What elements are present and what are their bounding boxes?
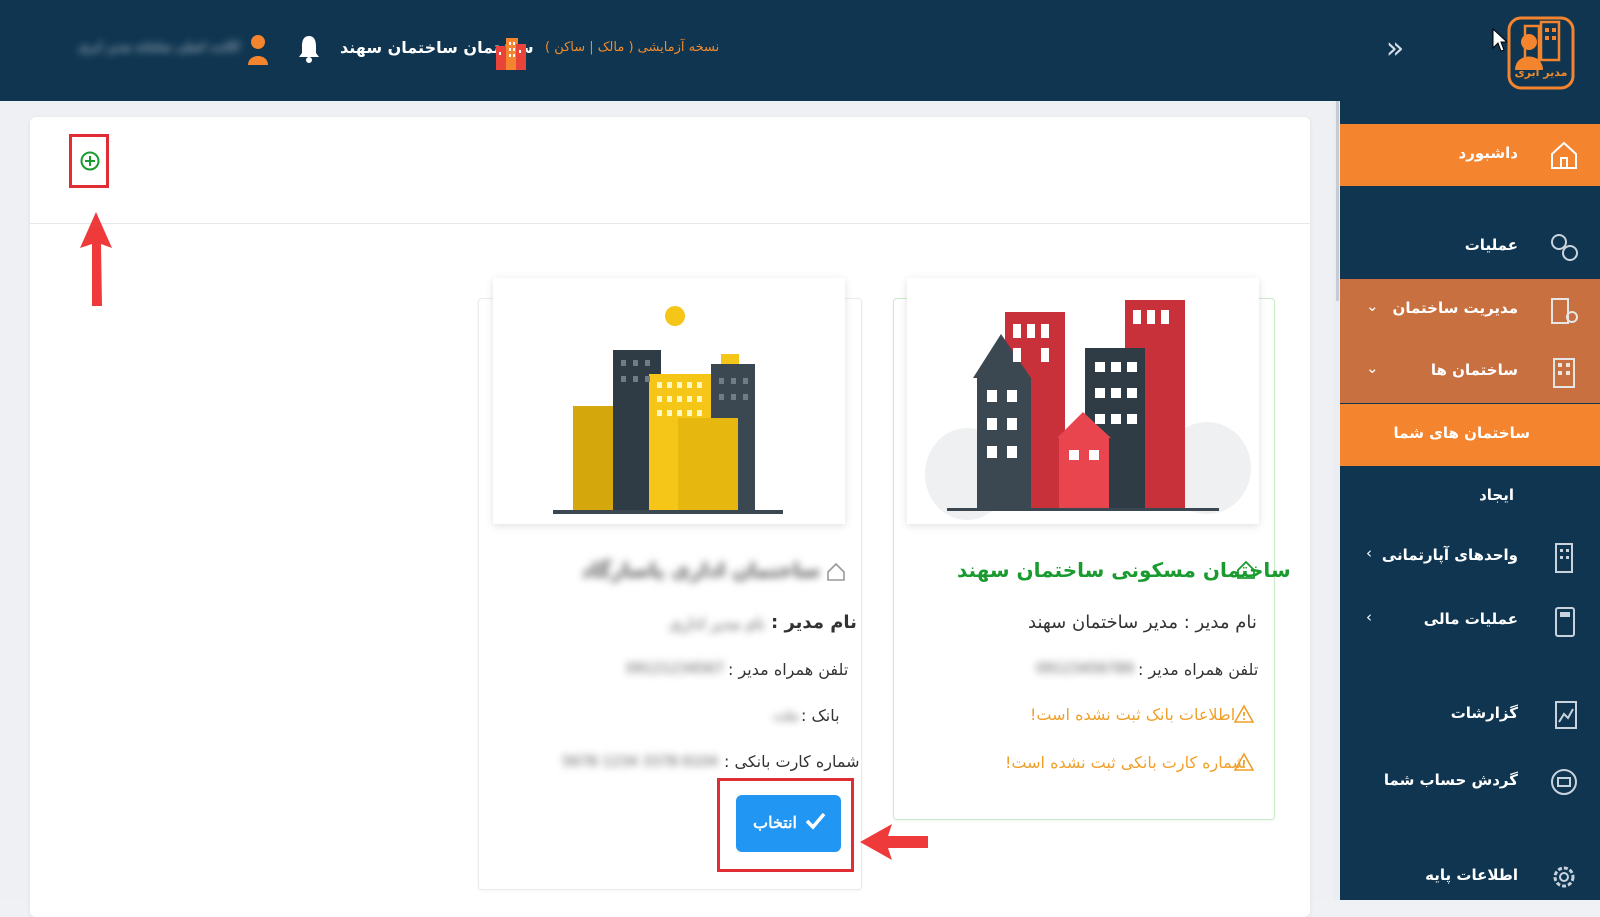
sidebar-item-account-turnover[interactable]: گردش حساب شما: [1340, 751, 1600, 813]
houses-illustration: [925, 300, 1251, 520]
arrow-up-annotation: [80, 212, 112, 306]
sidebar-item-label: واحدهای آپارتمانی: [1381, 546, 1518, 564]
home-icon: [827, 562, 845, 581]
bank-warning: اطلاعات بانک ثبت نشده است!: [1030, 705, 1236, 724]
phone-label: تلفن همراه مدیر :: [1138, 660, 1259, 679]
building-card-title: ساختمان اداری پاسارگاد: [581, 558, 820, 582]
sidebar-item-label: مدیریت ساختمان: [1392, 299, 1518, 317]
chevron-down-icon: ⌄: [1366, 359, 1379, 377]
sidebar-item-label: ساختمان ها: [1430, 361, 1518, 379]
sidebar-item-label: ساختمان های شما: [1393, 424, 1530, 442]
collapse-icon[interactable]: »: [1378, 32, 1412, 66]
chevron-left-icon: ‹: [1366, 544, 1372, 562]
sidebar-item-dashboard[interactable]: داشبورد: [1340, 124, 1600, 186]
gears-icon: [1551, 234, 1578, 261]
gear-icon: [1553, 866, 1575, 888]
card-number-label: شماره کارت بانکی :: [724, 752, 860, 771]
check-icon: [805, 812, 826, 830]
arrow-left-annotation: [860, 824, 928, 860]
building-image: [493, 278, 845, 524]
sidebar-item-your-buildings[interactable]: ساختمان های شما: [1340, 404, 1600, 466]
sidebar-item-apartment-units[interactable]: واحدهای آپارتمانی ‹: [1340, 526, 1600, 588]
building-search-icon: [1551, 298, 1578, 324]
sidebar-item-label: عملیات مالی: [1423, 610, 1518, 628]
sidebar-item-label: گردش حساب شما: [1383, 771, 1518, 789]
apartment-icon: [1555, 543, 1573, 573]
add-building-button[interactable]: [69, 134, 109, 188]
top-bar: اکانت اصلی سامانه مدیر ابری ساختمان ساخت…: [0, 0, 1600, 101]
user-name[interactable]: اکانت اصلی سامانه مدیر ابری: [40, 40, 240, 58]
sidebar-item-label: عملیات: [1464, 236, 1518, 254]
card-number-value: 6104 3378 1234 5678: [562, 754, 718, 770]
home-icon: [1551, 141, 1577, 169]
sidebar-item-base-info[interactable]: اطلاعات پایه: [1340, 846, 1600, 900]
sidebar-item-label: داشبورد: [1458, 144, 1518, 162]
building-image: [907, 278, 1259, 524]
sidebar-item-reports[interactable]: گزارشات: [1340, 684, 1600, 746]
sidebar-item-operations[interactable]: عملیات: [1340, 216, 1600, 278]
manager-label: نام مدیر :: [771, 612, 857, 633]
phone-value: 09121234567: [626, 661, 724, 677]
warning-icon: [1234, 752, 1254, 771]
sidebar-item-financial-operations[interactable]: عملیات مالی ‹: [1340, 590, 1600, 652]
scrollbar-thumb[interactable]: [1336, 101, 1339, 301]
chevron-down-icon: ⌄: [1366, 297, 1379, 315]
phone-label: تلفن همراه مدیر :: [728, 660, 849, 679]
sidebar-item-label: ایجاد: [1479, 486, 1514, 504]
building-icon: [496, 38, 526, 70]
add-icon: [80, 151, 100, 171]
sidebar-item-buildings[interactable]: ساختمان ها ⌄: [1340, 341, 1600, 403]
manager-name: نام مدیر : مدیر ساختمان سهند: [1028, 612, 1257, 633]
phone-value: 09123456789: [1036, 661, 1134, 677]
sidebar-item-label: گزارشات: [1450, 704, 1518, 722]
trial-label: نسخه آزمایشی ( مالک | ساکن ): [545, 40, 720, 55]
logo-text: مدیر ابری: [1514, 66, 1568, 79]
bank-label: بانک :: [801, 706, 840, 725]
card-warning: شماره کارت بانکی ثبت نشده است!: [1005, 753, 1246, 772]
calculator-icon: [1555, 607, 1575, 637]
sidebar-item-building-management[interactable]: مدیریت ساختمان ⌄: [1340, 279, 1600, 341]
sidebar: داشبورد عملیات مدیریت ساختمان ⌄ ساختمان …: [1340, 101, 1600, 900]
sidebar-item-create[interactable]: ایجاد: [1340, 466, 1600, 528]
bell-icon[interactable]: [298, 33, 320, 63]
warning-icon: [1234, 704, 1254, 723]
select-button-label: انتخاب: [753, 815, 797, 832]
home-icon: [1237, 560, 1255, 579]
user-icon[interactable]: [247, 33, 269, 67]
bank-value: ملت: [773, 708, 799, 724]
select-button[interactable]: انتخاب: [736, 795, 841, 852]
money-cycle-icon: [1551, 769, 1577, 795]
divider: [30, 223, 1310, 224]
chevron-left-icon: ‹: [1366, 608, 1372, 626]
sidebar-item-label: اطلاعات پایه: [1425, 866, 1518, 884]
city-illustration: [553, 306, 783, 514]
building-icon: [1553, 358, 1575, 388]
report-icon: [1555, 701, 1577, 729]
manager-value: نام مدیر اداری: [669, 614, 765, 633]
